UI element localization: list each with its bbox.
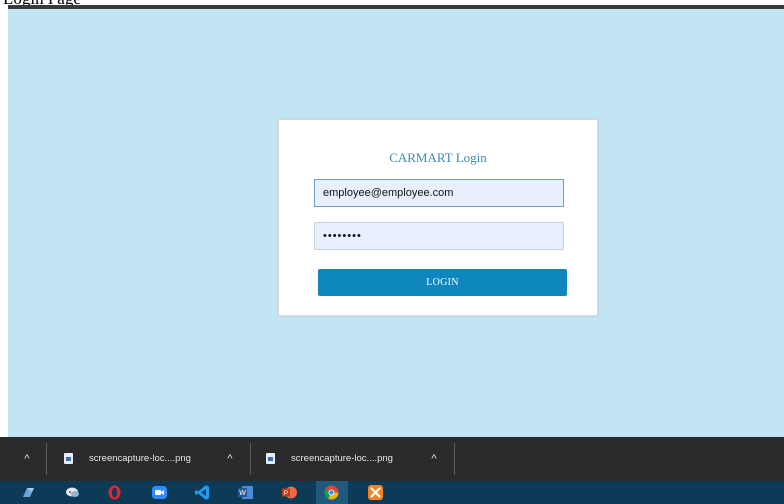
svg-text:W: W <box>239 490 246 497</box>
downloads-bar: ^ screencapture-loc....png ^ screencaptu… <box>0 437 784 481</box>
opera-icon[interactable] <box>106 484 123 501</box>
browser-viewport: CARMART Login LOGIN <box>8 9 784 437</box>
download-item[interactable]: screencapture-loc....png <box>64 450 214 468</box>
windows-taskbar: W P <box>0 481 784 504</box>
divider <box>46 443 47 475</box>
divider <box>454 443 455 475</box>
login-card: CARMART Login LOGIN <box>278 119 598 316</box>
chrome-icon[interactable] <box>323 484 340 501</box>
password-field[interactable] <box>314 222 564 250</box>
svg-text:P: P <box>284 490 288 497</box>
word-icon[interactable]: W <box>237 484 254 501</box>
xampp-icon[interactable] <box>367 484 384 501</box>
login-button[interactable]: LOGIN <box>318 269 567 296</box>
left-margin <box>0 9 8 437</box>
download-item[interactable]: screencapture-loc....png <box>266 450 416 468</box>
download-filename: screencapture-loc....png <box>89 453 191 464</box>
sync-app-icon[interactable] <box>20 484 37 501</box>
download-filename: screencapture-loc....png <box>291 453 393 464</box>
page-caption: Login Page <box>0 0 784 9</box>
chat-bubbles-icon[interactable] <box>64 484 81 501</box>
image-file-icon <box>64 453 73 464</box>
chevron-up-icon[interactable]: ^ <box>18 450 36 468</box>
chevron-up-icon[interactable]: ^ <box>425 450 443 468</box>
zoom-icon[interactable] <box>151 484 168 501</box>
chevron-up-icon[interactable]: ^ <box>221 450 239 468</box>
vscode-icon[interactable] <box>194 484 211 501</box>
powerpoint-icon[interactable]: P <box>281 484 298 501</box>
email-field[interactable] <box>314 179 564 207</box>
login-title: CARMART Login <box>389 150 487 165</box>
divider <box>250 443 251 475</box>
image-file-icon <box>266 453 275 464</box>
